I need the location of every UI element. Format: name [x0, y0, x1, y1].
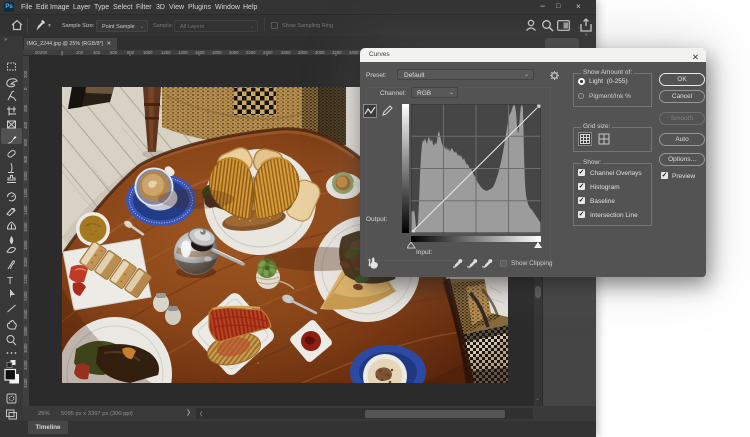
svg-text:800: 800 — [23, 155, 28, 163]
svg-text:3200: 3200 — [332, 50, 342, 55]
svg-text:400: 400 — [23, 121, 28, 129]
svg-text:3000: 3000 — [315, 50, 325, 55]
svg-text:1000: 1000 — [23, 171, 28, 181]
svg-text:2400: 2400 — [23, 291, 28, 301]
svg-text:1200: 1200 — [161, 50, 171, 55]
svg-text:200: 200 — [76, 50, 84, 55]
svg-text:3400: 3400 — [23, 378, 28, 388]
svg-text:1200: 1200 — [23, 188, 28, 198]
svg-text:600: 600 — [23, 138, 28, 146]
svg-text:1400: 1400 — [23, 205, 28, 215]
svg-text:1400: 1400 — [178, 50, 188, 55]
svg-text:1800: 1800 — [212, 50, 222, 55]
svg-text:2800: 2800 — [23, 326, 28, 336]
svg-text:1600: 1600 — [23, 222, 28, 232]
svg-text:2600: 2600 — [281, 50, 291, 55]
svg-text:3400: 3400 — [349, 50, 359, 55]
svg-text:400: 400 — [93, 50, 101, 55]
svg-text:0: 0 — [23, 87, 28, 90]
svg-text:800: 800 — [127, 50, 135, 55]
svg-text:1000: 1000 — [143, 50, 153, 55]
svg-text:1800: 1800 — [23, 240, 28, 250]
svg-text:2600: 2600 — [23, 309, 28, 319]
svg-text:T: T — [7, 276, 13, 287]
svg-text:200: 200 — [23, 70, 28, 78]
svg-text:3200: 3200 — [23, 360, 28, 370]
svg-text:2400: 2400 — [263, 50, 273, 55]
svg-text:200: 200 — [23, 104, 28, 112]
svg-text:2200: 2200 — [246, 50, 256, 55]
svg-text:1600: 1600 — [195, 50, 205, 55]
svg-text:2800: 2800 — [298, 50, 308, 55]
svg-text:2000: 2000 — [23, 257, 28, 267]
svg-text:200: 200 — [40, 50, 48, 55]
svg-text:3000: 3000 — [23, 343, 28, 353]
svg-text:2200: 2200 — [23, 274, 28, 284]
svg-text:2000: 2000 — [229, 50, 239, 55]
svg-text:600: 600 — [110, 50, 118, 55]
